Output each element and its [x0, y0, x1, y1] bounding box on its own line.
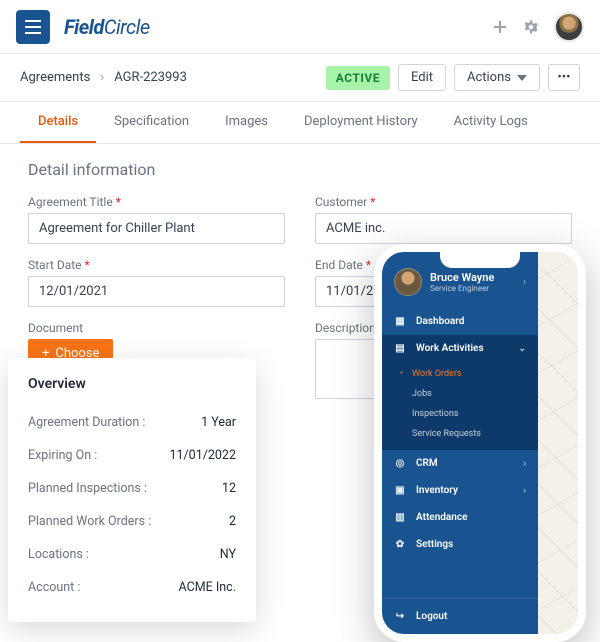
- field-customer: Customer *: [315, 195, 572, 244]
- box-icon: ▣: [394, 485, 406, 496]
- logout-icon: ↪: [394, 611, 406, 622]
- chevron-right-icon: ›: [523, 459, 526, 469]
- submenu-jobs[interactable]: Jobs: [382, 384, 538, 404]
- overview-title: Overview: [28, 376, 236, 392]
- hamburger-menu-button[interactable]: [16, 10, 50, 44]
- chevron-down-icon: [517, 75, 527, 81]
- edit-button[interactable]: Edit: [398, 64, 446, 91]
- chevron-down-icon: ⌄: [518, 344, 526, 354]
- menu-work-activities[interactable]: ▤Work Activities⌄: [382, 335, 538, 362]
- tab-details[interactable]: Details: [20, 102, 96, 143]
- page-header: Agreements › AGR-223993 ACTIVE Edit Acti…: [0, 54, 600, 102]
- input-start-date[interactable]: [28, 276, 285, 307]
- breadcrumb: Agreements › AGR-223993: [20, 70, 187, 85]
- gear-icon: ✿: [394, 539, 406, 550]
- overview-row: Planned Work Orders :2: [28, 505, 236, 538]
- header-actions: ACTIVE Edit Actions •••: [326, 64, 580, 91]
- submenu-work-orders[interactable]: Work Orders: [382, 364, 538, 384]
- menu-inventory[interactable]: ▣Inventory›: [382, 477, 538, 504]
- field-agreement-title: Agreement Title *: [28, 195, 285, 244]
- overview-card: Overview Agreement Duration :1 Year Expi…: [8, 358, 256, 622]
- submenu-inspections[interactable]: Inspections: [382, 404, 538, 424]
- menu-attendance[interactable]: ▥Attendance: [382, 504, 538, 531]
- breadcrumb-id: AGR-223993: [114, 70, 187, 85]
- dashboard-icon: ▦: [394, 316, 406, 327]
- clipboard-icon: ▤: [394, 343, 406, 354]
- tab-activity-logs[interactable]: Activity Logs: [436, 102, 546, 143]
- hamburger-icon: [25, 20, 41, 34]
- mobile-preview: Bruce Wayne Service Engineer › ▦Dashboar…: [374, 244, 586, 642]
- target-icon: ◎: [394, 458, 406, 469]
- tab-specification[interactable]: Specification: [96, 102, 207, 143]
- mobile-sidebar: Bruce Wayne Service Engineer › ▦Dashboar…: [382, 252, 538, 634]
- chevron-right-icon: ›: [523, 486, 526, 496]
- top-bar: FieldCircle: [0, 0, 600, 54]
- tabs: Details Specification Images Deployment …: [0, 102, 600, 144]
- overview-row: Expiring On :11/01/2022: [28, 439, 236, 472]
- overview-row: Agreement Duration :1 Year: [28, 406, 236, 439]
- input-agreement-title[interactable]: [28, 213, 285, 244]
- mobile-user-name: Bruce Wayne: [430, 271, 494, 284]
- section-title: Detail information: [28, 160, 572, 179]
- label-document: Document: [28, 321, 285, 335]
- menu-settings[interactable]: ✿Settings: [382, 531, 538, 558]
- label-agreement-title: Agreement Title *: [28, 195, 285, 209]
- overview-row: Account :ACME Inc.: [28, 571, 236, 604]
- label-customer: Customer *: [315, 195, 572, 209]
- submenu-work-activities: Work Orders Jobs Inspections Service Req…: [382, 362, 538, 450]
- menu-dashboard[interactable]: ▦Dashboard: [382, 308, 538, 335]
- status-badge: ACTIVE: [326, 66, 390, 90]
- more-button[interactable]: •••: [548, 64, 580, 91]
- brand-logo: FieldCircle: [64, 15, 150, 39]
- actions-dropdown[interactable]: Actions: [454, 64, 540, 91]
- mobile-user-role: Service Engineer: [430, 284, 494, 293]
- submenu-service-requests[interactable]: Service Requests: [382, 424, 538, 444]
- label-start-date: Start Date *: [28, 258, 285, 272]
- overview-row: Locations :NY: [28, 538, 236, 571]
- user-avatar[interactable]: [554, 12, 584, 42]
- menu-logout[interactable]: ↪Logout: [382, 598, 538, 634]
- add-button[interactable]: [492, 19, 508, 35]
- gear-icon: [522, 18, 540, 36]
- menu-crm[interactable]: ◎CRM›: [382, 450, 538, 477]
- mobile-avatar: [394, 268, 422, 296]
- overview-row: Planned Inspections :12: [28, 472, 236, 505]
- settings-button[interactable]: [522, 18, 540, 36]
- calendar-icon: ▥: [394, 512, 406, 523]
- breadcrumb-root[interactable]: Agreements: [20, 70, 90, 85]
- chevron-right-icon: ›: [523, 277, 526, 288]
- tab-images[interactable]: Images: [207, 102, 286, 143]
- tab-deployment-history[interactable]: Deployment History: [286, 102, 436, 143]
- chevron-right-icon: ›: [100, 70, 104, 85]
- phone-notch: [440, 252, 520, 268]
- top-right-actions: [492, 12, 584, 42]
- input-customer[interactable]: [315, 213, 572, 244]
- field-start-date: Start Date *: [28, 258, 285, 307]
